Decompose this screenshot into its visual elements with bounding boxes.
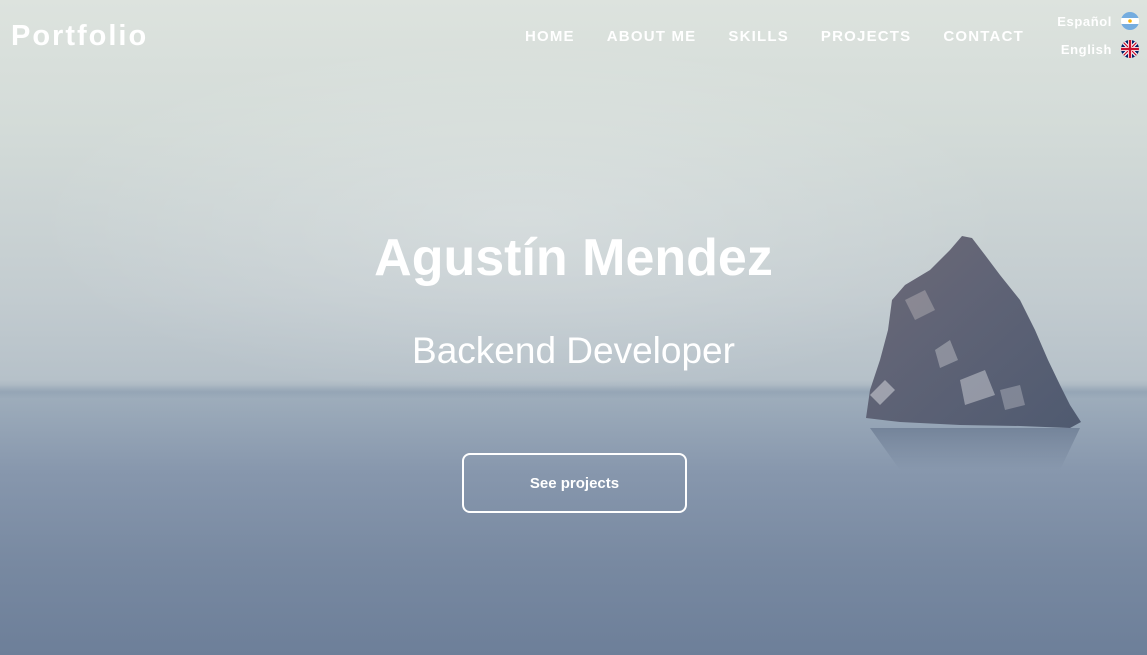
nav-contact[interactable]: CONTACT bbox=[943, 27, 1024, 47]
nav-home[interactable]: HOME bbox=[525, 27, 575, 47]
argentina-flag-icon bbox=[1121, 12, 1139, 30]
hero-role: Backend Developer bbox=[412, 330, 735, 371]
nav-projects[interactable]: PROJECTS bbox=[821, 27, 911, 47]
brand-logo[interactable]: Portfolio bbox=[11, 18, 148, 54]
hero-section: Portfolio HOME ABOUT ME SKILLS PROJECTS … bbox=[0, 0, 1147, 655]
language-english[interactable]: English bbox=[1061, 40, 1139, 58]
language-spanish[interactable]: Español bbox=[1057, 12, 1139, 30]
nav-about-me[interactable]: ABOUT ME bbox=[607, 27, 697, 47]
see-projects-button[interactable]: See projects bbox=[462, 453, 687, 513]
main-nav: HOME ABOUT ME SKILLS PROJECTS CONTACT bbox=[493, 27, 1024, 47]
language-english-label: English bbox=[1060, 41, 1112, 57]
nav-skills[interactable]: SKILLS bbox=[728, 27, 789, 47]
uk-flag-icon bbox=[1121, 40, 1139, 58]
language-spanish-label: Español bbox=[1057, 13, 1112, 29]
hero-name: Agustín Mendez bbox=[374, 229, 773, 287]
